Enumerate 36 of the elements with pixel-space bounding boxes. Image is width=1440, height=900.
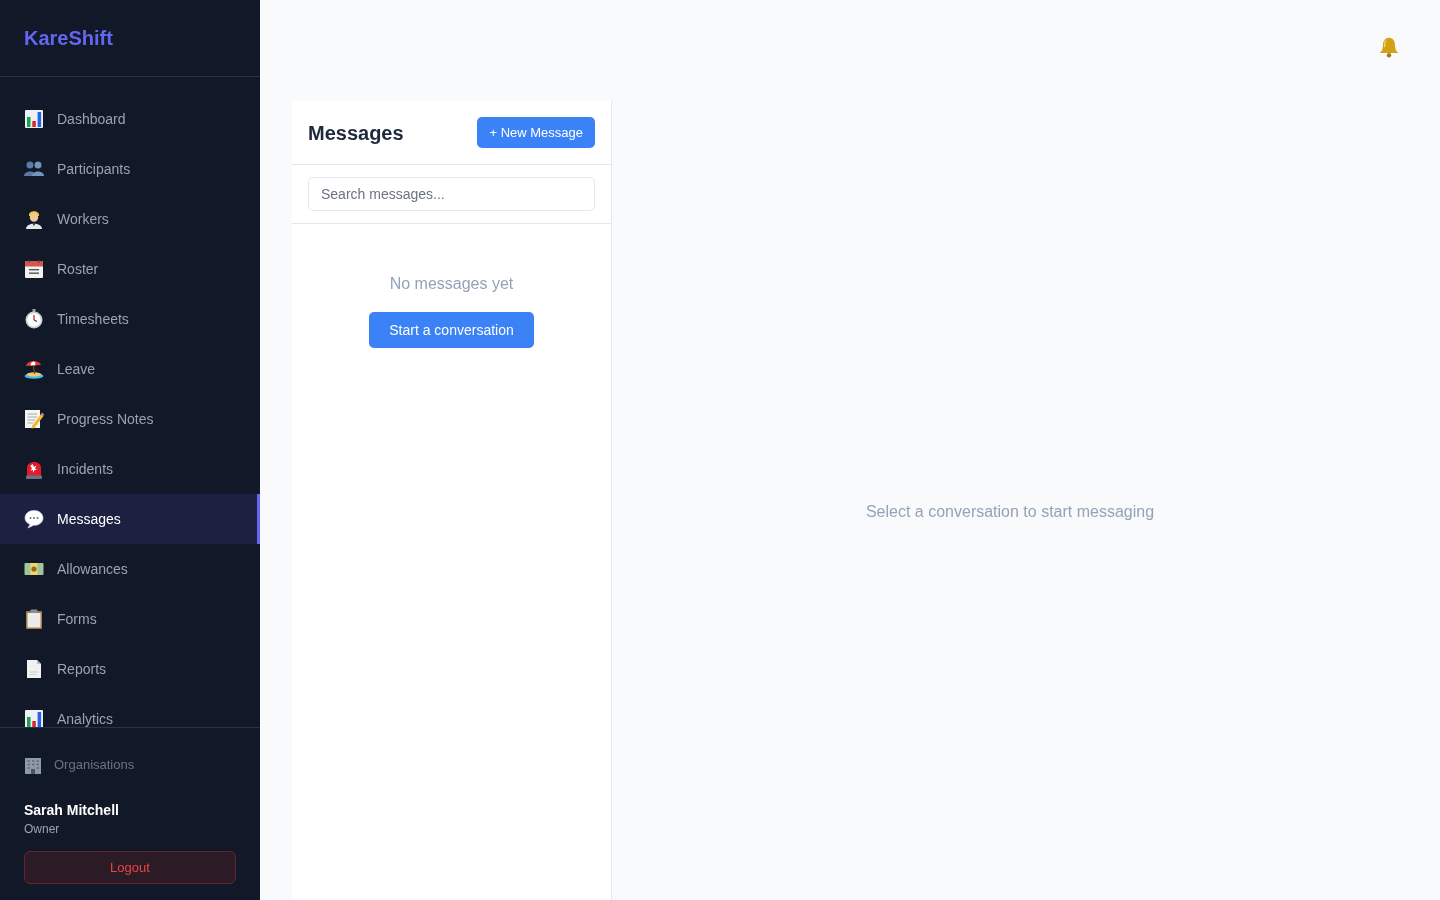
memo-pencil-icon: [24, 408, 44, 429]
sidebar-nav-link[interactable]: Progress Notes: [0, 393, 260, 444]
bar-chart-icon: [24, 108, 44, 129]
bar-chart-icon: [24, 708, 44, 727]
calendar-icon: [24, 258, 44, 279]
user-role: Owner: [24, 821, 61, 838]
clipboard-icon: [24, 608, 44, 629]
empty-conversation-text: Select a conversation to start messaging: [865, 501, 1155, 522]
logout-button[interactable]: Logout: [24, 851, 236, 884]
search-field[interactable]: Search messages...: [308, 177, 595, 211]
beach-umbrella-icon: [24, 358, 44, 379]
sidebar-nav-link[interactable]: Allowances: [0, 543, 260, 594]
sidebar-nav-link[interactable]: Analytics: [0, 693, 260, 727]
sidebar-nav-link[interactable]: Incidents: [0, 443, 260, 494]
sidebar-nav-link[interactable]: Timesheets: [0, 293, 260, 344]
sidebar-nav-link[interactable]: Leave: [0, 343, 260, 394]
sidebar-nav-link[interactable]: Roster: [0, 243, 260, 294]
sidebar-nav-link[interactable]: Participants: [0, 143, 260, 194]
user-name: Sarah Mitchell: [24, 801, 120, 820]
organisations-link[interactable]: Organisations: [24, 744, 135, 786]
sidebar-nav-link[interactable]: Forms: [0, 593, 260, 644]
empty-state-text: No messages yet: [389, 274, 514, 294]
sidebar-nav-link[interactable]: Workers: [0, 193, 260, 244]
person-icon: [24, 208, 44, 229]
document-icon: [24, 658, 44, 679]
speech-bubble-icon: [24, 508, 44, 529]
app-logo: KareShift: [24, 28, 113, 48]
stopwatch-icon: [24, 308, 44, 329]
new-message-button[interactable]: + New Message: [477, 117, 595, 148]
sidebar-nav-link[interactable]: Messages: [0, 493, 260, 544]
panel-title: Messages: [308, 120, 404, 145]
start-conversation-button[interactable]: Start a conversation: [369, 312, 534, 348]
sidebar-nav-link[interactable]: Dashboard: [0, 93, 260, 144]
sidebar-nav-link[interactable]: Reports: [0, 643, 260, 694]
bell-icon: [1378, 35, 1400, 58]
office-building-icon: [24, 756, 42, 774]
